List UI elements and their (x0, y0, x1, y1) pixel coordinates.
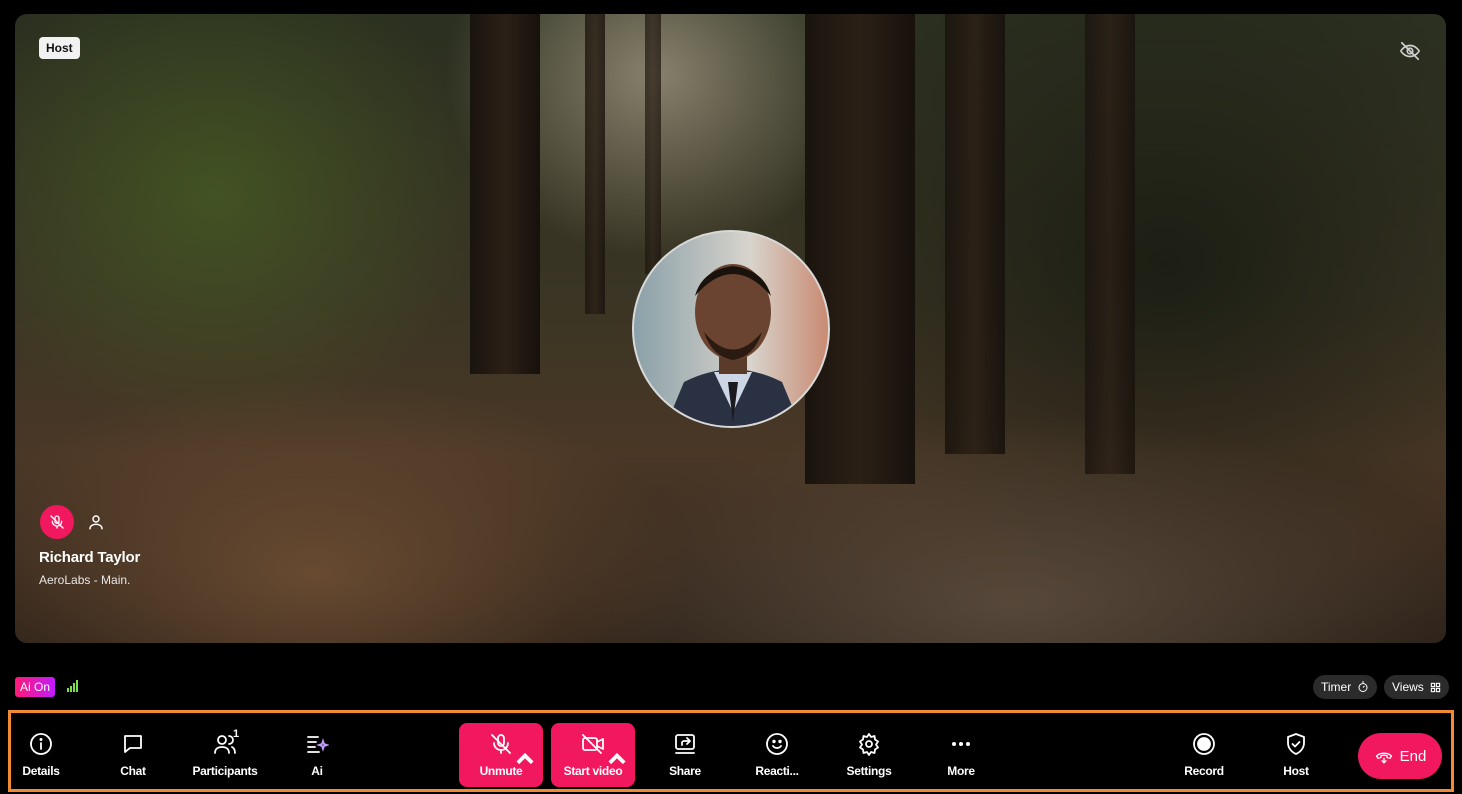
meeting-toolbar: Details Chat 1 Participants Ai Unmute St… (8, 710, 1454, 792)
end-call-button[interactable]: End (1358, 733, 1442, 779)
participants-button[interactable]: 1 Participants (183, 726, 267, 782)
record-icon (1193, 733, 1215, 755)
shield-check-icon (1287, 733, 1305, 755)
eye-off-icon[interactable] (1399, 40, 1421, 62)
signal-strength-icon (67, 680, 78, 692)
more-button[interactable]: More (919, 726, 1003, 782)
more-dots-icon (952, 742, 970, 746)
tree-trunk (1085, 14, 1135, 474)
smiley-icon (766, 733, 788, 755)
participant-name: Richard Taylor (39, 549, 141, 566)
stopwatch-icon (1358, 681, 1368, 692)
ai-sparkle-icon (307, 736, 329, 753)
host-label: Host (1283, 764, 1309, 778)
tree-trunk (945, 14, 1005, 454)
participant-subtitle: AeroLabs - Main. (39, 573, 131, 587)
tree-trunk (805, 14, 915, 484)
muted-mic-badge (40, 505, 74, 539)
views-label: Views (1392, 680, 1424, 694)
person-icon (89, 515, 103, 530)
start-video-button[interactable]: Start video (551, 723, 635, 787)
tree-trunk (470, 14, 540, 374)
ai-label: Ai (311, 764, 323, 778)
gear-icon (859, 733, 879, 756)
avatar-portrait (665, 264, 801, 426)
participants-count: 1 (233, 728, 239, 740)
info-icon (30, 733, 52, 755)
details-button[interactable]: Details (0, 726, 83, 782)
reactions-button[interactable]: Reacti... (735, 726, 819, 782)
hang-up-icon (1375, 752, 1392, 764)
chevron-up-icon[interactable] (605, 746, 629, 770)
ai-on-badge[interactable]: Ai On (15, 677, 56, 697)
video-off-icon (582, 734, 604, 754)
mic-off-icon (491, 734, 511, 754)
share-button[interactable]: Share (643, 726, 727, 782)
settings-label: Settings (846, 764, 892, 778)
grid-icon (1430, 682, 1440, 692)
chat-label: Chat (120, 764, 146, 778)
chat-button[interactable]: Chat (91, 726, 175, 782)
share-screen-icon (675, 734, 695, 754)
participants-label: Participants (192, 764, 258, 778)
timer-button[interactable]: Timer (1313, 675, 1378, 699)
details-label: Details (22, 764, 60, 778)
chat-bubble-icon (124, 735, 142, 753)
reactions-label: Reacti... (755, 764, 799, 778)
host-button[interactable]: Host (1254, 726, 1338, 782)
participant-avatar (632, 230, 830, 428)
timer-label: Timer (1321, 680, 1352, 694)
tree-trunk (645, 14, 661, 274)
chevron-up-icon[interactable] (513, 746, 537, 770)
more-label: More (947, 764, 975, 778)
settings-button[interactable]: Settings (827, 726, 911, 782)
mic-off-icon (50, 515, 64, 529)
views-button[interactable]: Views (1384, 675, 1449, 699)
unmute-button[interactable]: Unmute (459, 723, 543, 787)
record-label: Record (1184, 764, 1224, 778)
share-label: Share (669, 764, 701, 778)
ai-button[interactable]: Ai (275, 726, 359, 782)
record-button[interactable]: Record (1162, 726, 1246, 782)
tree-trunk (585, 14, 605, 314)
host-tag: Host (39, 37, 80, 59)
end-label: End (1399, 747, 1427, 765)
